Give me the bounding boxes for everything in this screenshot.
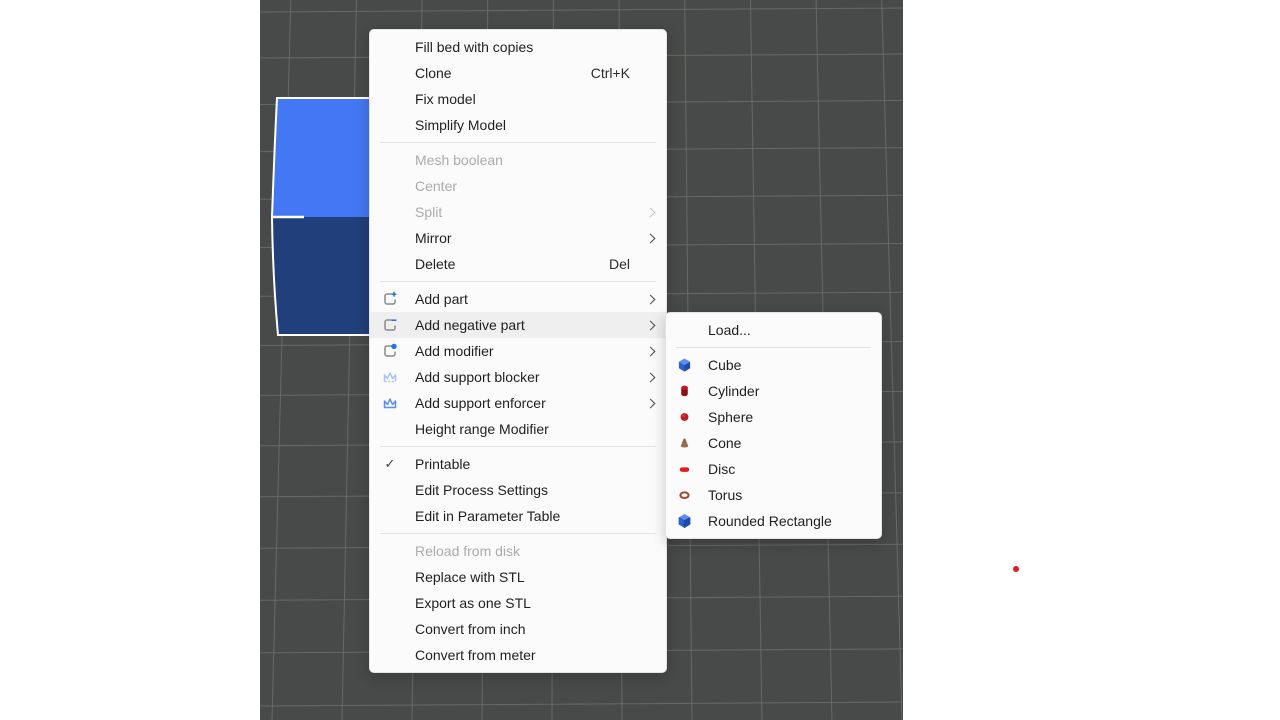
sphere-icon <box>674 409 694 425</box>
rounded-rectangle-icon <box>674 513 694 529</box>
menu-item-add-support-enforcer[interactable]: Add support enforcer <box>370 390 666 416</box>
menu-item-label: Add negative part <box>415 317 630 333</box>
application-window: Fill bed with copies Clone Ctrl+K Fix mo… <box>0 0 1280 720</box>
support-enforcer-icon <box>378 395 402 411</box>
cone-icon <box>674 435 694 451</box>
menu-separator <box>380 446 656 447</box>
submenu-arrow-icon <box>645 372 655 382</box>
submenu-item-label: Cylinder <box>708 383 759 399</box>
menu-separator <box>380 281 656 282</box>
menu-item-add-modifier[interactable]: Add modifier <box>370 338 666 364</box>
menu-item-center: Center <box>370 173 666 199</box>
submenu-item-torus[interactable]: Torus <box>666 482 881 508</box>
menu-item-replace-with-stl[interactable]: Replace with STL <box>370 564 666 590</box>
submenu-arrow-icon <box>645 398 655 408</box>
submenu-arrow-icon <box>645 233 655 243</box>
menu-item-label: Printable <box>415 456 630 472</box>
menu-separator <box>676 347 871 348</box>
menu-item-label: Export as one STL <box>415 595 630 611</box>
menu-item-label: Replace with STL <box>415 569 630 585</box>
menu-item-convert-from-inch[interactable]: Convert from inch <box>370 616 666 642</box>
menu-item-label: Add modifier <box>415 343 630 359</box>
menu-item-label: Height range Modifier <box>415 421 630 437</box>
submenu-item-label: Torus <box>708 487 742 503</box>
submenu-item-rounded-rectangle[interactable]: Rounded Rectangle <box>666 508 881 534</box>
submenu-item-label: Rounded Rectangle <box>708 513 832 529</box>
submenu-arrow-icon <box>645 320 655 330</box>
menu-item-label: Add support enforcer <box>415 395 630 411</box>
menu-item-fix-model[interactable]: Fix model <box>370 86 666 112</box>
submenu-item-cylinder[interactable]: Cylinder <box>666 378 881 404</box>
add-negative-part-icon <box>378 317 402 333</box>
menu-item-label: Clone <box>415 65 591 81</box>
menu-item-edit-process-settings[interactable]: Edit Process Settings <box>370 477 666 503</box>
menu-item-label: Reload from disk <box>415 543 630 559</box>
menu-item-label: Delete <box>415 256 609 272</box>
menu-item-label: Simplify Model <box>415 117 630 133</box>
menu-item-delete[interactable]: Delete Del <box>370 251 666 277</box>
cube-icon <box>674 357 694 373</box>
menu-item-add-support-blocker[interactable]: Add support blocker <box>370 364 666 390</box>
menu-item-add-part[interactable]: Add part <box>370 286 666 312</box>
object-context-menu: Fill bed with copies Clone Ctrl+K Fix mo… <box>369 29 667 673</box>
menu-item-printable[interactable]: ✓ Printable <box>370 451 666 477</box>
menu-item-label: Fill bed with copies <box>415 39 630 55</box>
menu-item-label: Add part <box>415 291 630 307</box>
menu-item-label: Edit in Parameter Table <box>415 508 630 524</box>
submenu-arrow-icon <box>645 207 655 217</box>
menu-item-label: Convert from inch <box>415 621 630 637</box>
menu-item-edit-in-parameter-table[interactable]: Edit in Parameter Table <box>370 503 666 529</box>
submenu-item-label: Sphere <box>708 409 753 425</box>
checkmark-icon: ✓ <box>385 456 396 472</box>
submenu-item-label: Disc <box>708 461 735 477</box>
add-part-icon <box>378 291 402 307</box>
menu-item-convert-from-meter[interactable]: Convert from meter <box>370 642 666 668</box>
submenu-item-sphere[interactable]: Sphere <box>666 404 881 430</box>
submenu-item-label: Load... <box>708 322 751 338</box>
submenu-item-cube[interactable]: Cube <box>666 352 881 378</box>
menu-item-label: Center <box>415 178 630 194</box>
menu-item-split: Split <box>370 199 666 225</box>
add-modifier-icon <box>378 343 402 359</box>
cylinder-icon <box>674 383 694 399</box>
menu-item-label: Mirror <box>415 230 630 246</box>
menu-item-add-negative-part[interactable]: Add negative part <box>370 312 666 338</box>
menu-item-label: Convert from meter <box>415 647 630 663</box>
red-marker-dot <box>1013 566 1019 572</box>
submenu-item-disc[interactable]: Disc <box>666 456 881 482</box>
menu-item-shortcut: Del <box>609 256 630 272</box>
submenu-arrow-icon <box>645 294 655 304</box>
menu-item-mirror[interactable]: Mirror <box>370 225 666 251</box>
menu-separator <box>380 142 656 143</box>
submenu-item-label: Cube <box>708 357 741 373</box>
cube-model[interactable] <box>270 96 369 340</box>
submenu-item-label: Cone <box>708 435 741 451</box>
menu-item-height-range-modifier[interactable]: Height range Modifier <box>370 416 666 442</box>
menu-item-label: Split <box>415 204 630 220</box>
menu-item-shortcut: Ctrl+K <box>591 65 630 81</box>
menu-item-reload-from-disk: Reload from disk <box>370 538 666 564</box>
disc-icon <box>674 461 694 477</box>
support-blocker-icon <box>378 369 402 385</box>
add-negative-part-submenu: Load... Cube Cylinder Sphere Cone <box>665 312 882 539</box>
menu-item-export-as-one-stl[interactable]: Export as one STL <box>370 590 666 616</box>
torus-icon <box>674 487 694 503</box>
menu-item-label: Fix model <box>415 91 630 107</box>
menu-separator <box>380 533 656 534</box>
menu-item-label: Edit Process Settings <box>415 482 630 498</box>
menu-item-fill-bed-with-copies[interactable]: Fill bed with copies <box>370 34 666 60</box>
submenu-item-cone[interactable]: Cone <box>666 430 881 456</box>
menu-item-label: Mesh boolean <box>415 152 630 168</box>
menu-item-clone[interactable]: Clone Ctrl+K <box>370 60 666 86</box>
menu-item-mesh-boolean: Mesh boolean <box>370 147 666 173</box>
submenu-arrow-icon <box>645 346 655 356</box>
menu-item-label: Add support blocker <box>415 369 630 385</box>
menu-item-simplify-model[interactable]: Simplify Model <box>370 112 666 138</box>
submenu-item-load[interactable]: Load... <box>666 317 881 343</box>
